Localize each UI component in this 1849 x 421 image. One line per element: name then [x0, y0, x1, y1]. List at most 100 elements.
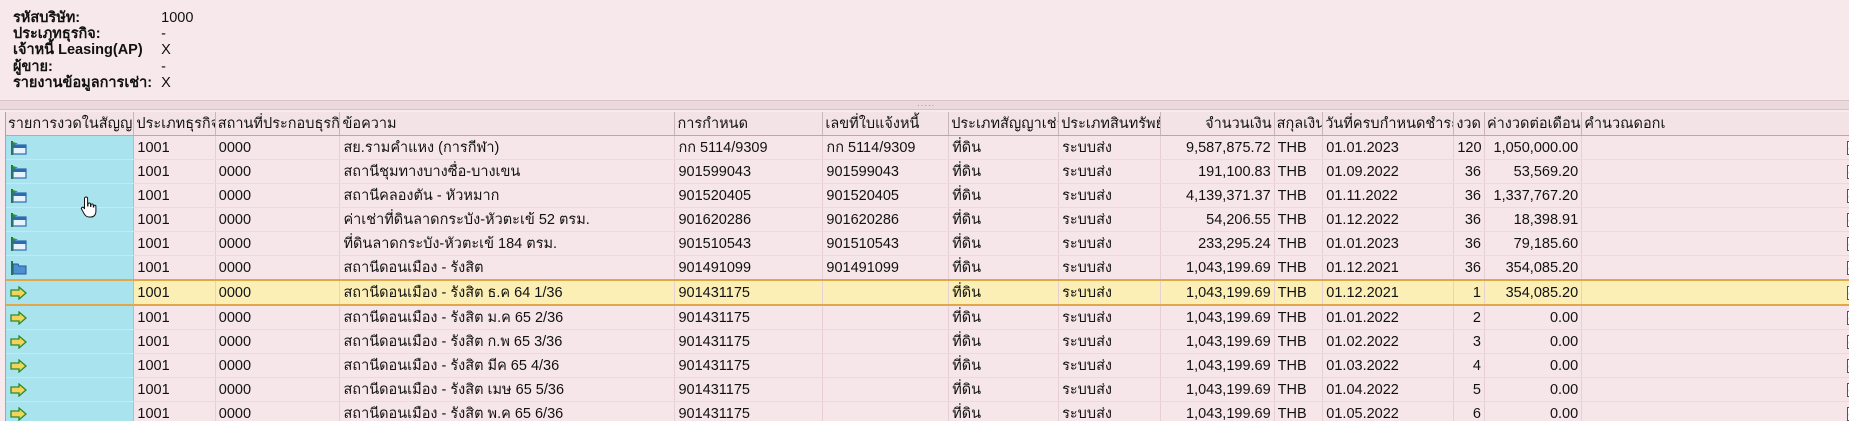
- col-header-business-place[interactable]: สถานที่ประกอบธุรกิจ: [215, 112, 341, 136]
- cell-invoice-no: [822, 329, 950, 354]
- cell-due-date: 01.12.2021: [1322, 255, 1455, 281]
- col-header-monthly[interactable]: ค่างวดต่อเดือน: [1484, 112, 1583, 136]
- cell-business-type: 1001: [133, 401, 216, 421]
- col-header-assignment[interactable]: การกำหนด: [674, 112, 824, 136]
- cell-business-place: 0000: [215, 401, 341, 421]
- cell-assignment: 901431175: [674, 279, 824, 306]
- cell-business-place: 0000: [215, 135, 341, 160]
- cell-monthly: 53,569.20: [1484, 159, 1583, 184]
- row-selector-cell[interactable]: [6, 305, 135, 330]
- cell-asset-type: ระบบส่ง: [1058, 329, 1161, 354]
- cell-due-date: 01.12.2021: [1322, 279, 1455, 306]
- cell-lease-type: ที่ดิน: [948, 377, 1060, 402]
- cell-currency: THB: [1274, 401, 1324, 421]
- table-row[interactable]: 1001 0000 ค่าเช่าที่ดินลาดกระบัง-หัวตะเข้ …: [6, 207, 1849, 232]
- cell-assignment: 901620286: [674, 207, 824, 232]
- cell-business-type: 1001: [133, 305, 216, 330]
- cell-monthly: 0.00: [1484, 305, 1583, 330]
- folder-flag-icon: [10, 212, 28, 227]
- arrow-item-icon: [10, 310, 28, 326]
- cell-currency: THB: [1274, 207, 1324, 232]
- cell-assignment: กก 5114/9309: [674, 135, 824, 160]
- col-header-invoice-no[interactable]: เลขที่ใบแจ้งหนี้: [822, 112, 950, 136]
- cell-business-place: 0000: [215, 377, 341, 402]
- table-row[interactable]: 1001 0000 สถานีชุมทางบางซื่อ-บางเขน 9015990…: [6, 159, 1849, 184]
- cell-asset-type: ระบบส่ง: [1058, 279, 1161, 306]
- col-header-business-type[interactable]: ประเภทธุรกิจ: [133, 112, 216, 136]
- cell-asset-type: ระบบส่ง: [1058, 377, 1161, 402]
- cell-monthly: 79,185.60: [1484, 231, 1583, 256]
- row-selector-cell[interactable]: [6, 401, 135, 421]
- col-header-due-date[interactable]: วันที่ครบกำหนดชำระ: [1322, 112, 1455, 136]
- folder-flag-icon: [10, 140, 28, 155]
- table-row[interactable]: 1001 0000 สถานีดอนเมือง - รังสิต ม.ค 65 2/…: [6, 305, 1849, 330]
- table-row[interactable]: 1001 0000 ที่ดินลาดกระบัง-หัวตะเข้ 184 ตรม…: [6, 231, 1849, 256]
- header-field-leasing-ap: เจ้าหนี้ Leasing(AP) X: [13, 41, 171, 59]
- cell-calc-interest: [1581, 183, 1849, 208]
- row-selector-cell[interactable]: [6, 183, 135, 208]
- cell-monthly: 354,085.20: [1484, 255, 1583, 281]
- cell-invoice-no: [822, 305, 950, 330]
- cell-business-type: 1001: [133, 377, 216, 402]
- col-header-period[interactable]: งวด: [1453, 112, 1485, 136]
- cell-business-type: 1001: [133, 329, 216, 354]
- cell-currency: THB: [1274, 183, 1324, 208]
- row-selector-cell[interactable]: [6, 377, 135, 402]
- header-panel: รหัสบริษัท: 1000 ประเภทธุรกิจ: - เจ้าหนี…: [0, 0, 1849, 100]
- row-selector-cell[interactable]: [6, 135, 135, 160]
- col-header-calc-interest[interactable]: คำนวณดอกเ: [1581, 112, 1849, 136]
- cell-business-type: 1001: [133, 183, 216, 208]
- cell-asset-type: ระบบส่ง: [1058, 231, 1161, 256]
- cell-text: สถานีดอนเมือง - รังสิต มีค 65 4/36: [339, 353, 676, 378]
- cell-currency: THB: [1274, 255, 1324, 281]
- cell-calc-interest: [1581, 353, 1849, 378]
- col-header-currency[interactable]: สกุลเงิน: [1274, 112, 1324, 136]
- cell-asset-type: ระบบส่ง: [1058, 159, 1161, 184]
- cell-monthly: 0.00: [1484, 329, 1583, 354]
- cell-due-date: 01.05.2022: [1322, 401, 1455, 421]
- lease-items-grid[interactable]: รายการงวดในสัญญา ประเภทธุรกิจ สถานที่ประ…: [5, 112, 1849, 421]
- cell-asset-type: ระบบส่ง: [1058, 255, 1161, 281]
- cell-lease-type: ที่ดิน: [948, 207, 1060, 232]
- row-selector-cell[interactable]: [6, 255, 135, 281]
- cell-asset-type: ระบบส่ง: [1058, 305, 1161, 330]
- cell-due-date: 01.03.2022: [1322, 353, 1455, 378]
- row-selector-cell[interactable]: [6, 207, 135, 232]
- cell-invoice-no: [822, 401, 950, 421]
- cell-monthly: 0.00: [1484, 377, 1583, 402]
- table-row[interactable]: 1001 0000 สถานีดอนเมือง - รังสิต 901491099 9…: [6, 255, 1849, 281]
- row-selector-cell[interactable]: [6, 329, 135, 354]
- col-header-asset-type[interactable]: ประเภทสินทรัพย์: [1058, 112, 1161, 136]
- cell-due-date: 01.04.2022: [1322, 377, 1455, 402]
- row-selector-cell[interactable]: [6, 159, 135, 184]
- col-header-lease-type[interactable]: ประเภทสัญญาเช่า: [948, 112, 1060, 136]
- col-header-amount[interactable]: จำนวนเงิน: [1160, 112, 1275, 136]
- cell-calc-interest: [1581, 135, 1849, 160]
- cell-business-place: 0000: [215, 279, 341, 306]
- table-row[interactable]: 1001 0000 สถานีดอนเมือง - รังสิต ธ.ค 64 1/…: [6, 279, 1849, 306]
- row-selector-cell[interactable]: [6, 353, 135, 378]
- row-selector-cell[interactable]: [6, 279, 135, 306]
- col-header-text[interactable]: ข้อความ: [339, 112, 676, 136]
- table-row[interactable]: 1001 0000 สย.รามคำแหง (การกีฬา) กก 5114/930…: [6, 135, 1849, 160]
- cell-text: สถานีคลองตัน - หัวหมาก: [339, 183, 676, 208]
- table-row[interactable]: 1001 0000 สถานีดอนเมือง - รังสิต เมษ 65 5/…: [6, 377, 1849, 402]
- folder-flag-icon: [10, 188, 28, 203]
- table-row[interactable]: 1001 0000 สถานีดอนเมือง - รังสิต มีค 65 4/…: [6, 353, 1849, 378]
- cell-calc-interest: [1581, 159, 1849, 184]
- cell-text: สถานีดอนเมือง - รังสิต: [339, 255, 676, 281]
- cell-calc-interest: [1581, 401, 1849, 421]
- col-header-contract-item[interactable]: รายการงวดในสัญญา: [6, 112, 135, 136]
- table-row[interactable]: 1001 0000 สถานีคลองตัน - หัวหมาก 901520405 9…: [6, 183, 1849, 208]
- cell-amount: 1,043,199.69: [1160, 279, 1275, 306]
- cell-text: สถานีดอนเมือง - รังสิต เมษ 65 5/36: [339, 377, 676, 402]
- table-header-row: รายการงวดในสัญญา ประเภทธุรกิจ สถานที่ประ…: [6, 112, 1849, 136]
- table-row[interactable]: 1001 0000 สถานีดอนเมือง - รังสิต ก.พ 65 3/…: [6, 329, 1849, 354]
- cell-assignment: 901510543: [674, 231, 824, 256]
- table-row[interactable]: 1001 0000 สถานีดอนเมือง - รังสิต พ.ค 65 6/…: [6, 401, 1849, 421]
- row-selector-cell[interactable]: [6, 231, 135, 256]
- folder-flag-icon: [10, 164, 28, 179]
- splitter-grip-icon[interactable]: ·····: [917, 102, 935, 110]
- panel-splitter[interactable]: ·····: [0, 100, 1849, 110]
- cell-due-date: 01.02.2022: [1322, 329, 1455, 354]
